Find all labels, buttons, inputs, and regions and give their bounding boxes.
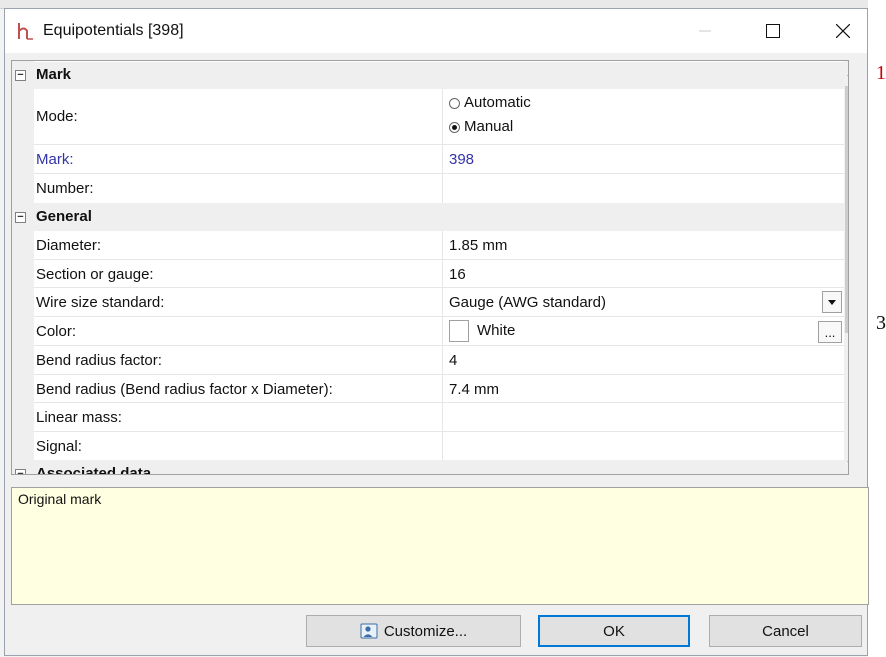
color-swatch [449, 320, 469, 342]
property-row-mark[interactable]: Mark: 398 [12, 145, 844, 174]
category-label: General [36, 208, 92, 225]
bend-radius-value[interactable]: 7.4 mm [449, 381, 499, 398]
close-button[interactable] [820, 9, 866, 53]
property-grid-scrollbar[interactable] [844, 61, 849, 474]
title-bar: Equipotentials [398] [5, 9, 867, 53]
description-panel: Original mark [11, 487, 869, 605]
maximize-button[interactable] [750, 9, 796, 53]
property-row-wire-size-standard[interactable]: Wire size standard: Gauge (AWG standard) [12, 288, 844, 317]
scroll-up-icon[interactable] [844, 65, 849, 82]
mode-radio-manual[interactable]: Manual [449, 118, 513, 135]
diameter-value[interactable]: 1.85 mm [449, 237, 507, 254]
property-row-section[interactable]: Section or gauge: 16 [12, 260, 844, 288]
property-label: Number: [36, 180, 94, 197]
property-label: Mode: [36, 108, 78, 125]
property-row-diameter[interactable]: Diameter: 1.85 mm [12, 231, 844, 260]
description-text: Original mark [18, 491, 102, 507]
close-icon [836, 24, 850, 38]
property-row-mode[interactable]: Mode: Automatic Manual [12, 89, 844, 145]
property-row-number[interactable]: Number: [12, 174, 844, 203]
collapse-icon[interactable]: − [15, 212, 26, 223]
mark-value[interactable]: 398 [449, 151, 474, 168]
dropdown-button[interactable] [822, 291, 842, 313]
background-canvas: 1 3 [868, 0, 886, 657]
property-label: Section or gauge: [36, 266, 154, 283]
mode-radio-automatic[interactable]: Automatic [449, 94, 531, 111]
property-label: Bend radius (Bend radius factor x Diamet… [36, 381, 333, 398]
background-mark-1: 1 [876, 62, 886, 84]
window-title: Equipotentials [398] [43, 22, 184, 39]
scroll-thumb[interactable] [845, 86, 848, 333]
property-label: Color: [36, 323, 77, 340]
category-mark[interactable]: − Mark [12, 62, 844, 89]
color-value[interactable]: White [449, 320, 515, 342]
property-label: Mark: [36, 151, 74, 168]
property-label: Bend radius factor: [36, 352, 162, 369]
property-label: Diameter: [36, 237, 102, 254]
property-label: Signal: [36, 438, 82, 455]
radio-checked-icon [449, 121, 460, 133]
property-label: Linear mass: [36, 409, 122, 426]
color-picker-button[interactable]: ... [818, 321, 842, 343]
ok-button[interactable]: OK [538, 615, 690, 647]
property-row-bend-radius[interactable]: Bend radius (Bend radius factor x Diamet… [12, 375, 844, 403]
bend-radius-factor-value[interactable]: 4 [449, 352, 457, 369]
collapse-icon[interactable]: − [15, 469, 26, 474]
category-label: Associated data [36, 465, 152, 475]
property-label: Wire size standard: [36, 294, 165, 311]
wire-size-standard-select[interactable]: Gauge (AWG standard) [449, 294, 606, 311]
maximize-icon [766, 24, 780, 38]
scroll-down-icon[interactable] [844, 455, 849, 472]
cancel-button[interactable]: Cancel [709, 615, 862, 647]
property-row-bend-radius-factor[interactable]: Bend radius factor: 4 [12, 346, 844, 375]
section-value[interactable]: 16 [449, 266, 466, 283]
minimize-icon [699, 30, 711, 32]
property-grid: − Mark Mode: Automatic Manual Mark: 398 … [11, 60, 849, 475]
customize-icon [360, 623, 378, 639]
category-general[interactable]: − General [12, 203, 844, 231]
category-label: Mark [36, 66, 72, 83]
app-logo-icon [18, 23, 33, 40]
property-row-linear-mass[interactable]: Linear mass: [12, 403, 844, 432]
minimize-button[interactable] [682, 9, 728, 53]
property-row-signal[interactable]: Signal: [12, 432, 844, 460]
background-mark-3: 3 [876, 312, 886, 334]
customize-button[interactable]: Customize... [306, 615, 521, 647]
property-row-color[interactable]: Color: White ... [12, 317, 844, 346]
properties-dialog: Equipotentials [398] − Mark Mode: Automa… [4, 8, 869, 656]
chevron-down-icon [828, 299, 836, 305]
radio-icon [449, 97, 460, 109]
collapse-icon[interactable]: − [15, 70, 26, 81]
category-associated-data[interactable]: − Associated data [12, 460, 844, 475]
